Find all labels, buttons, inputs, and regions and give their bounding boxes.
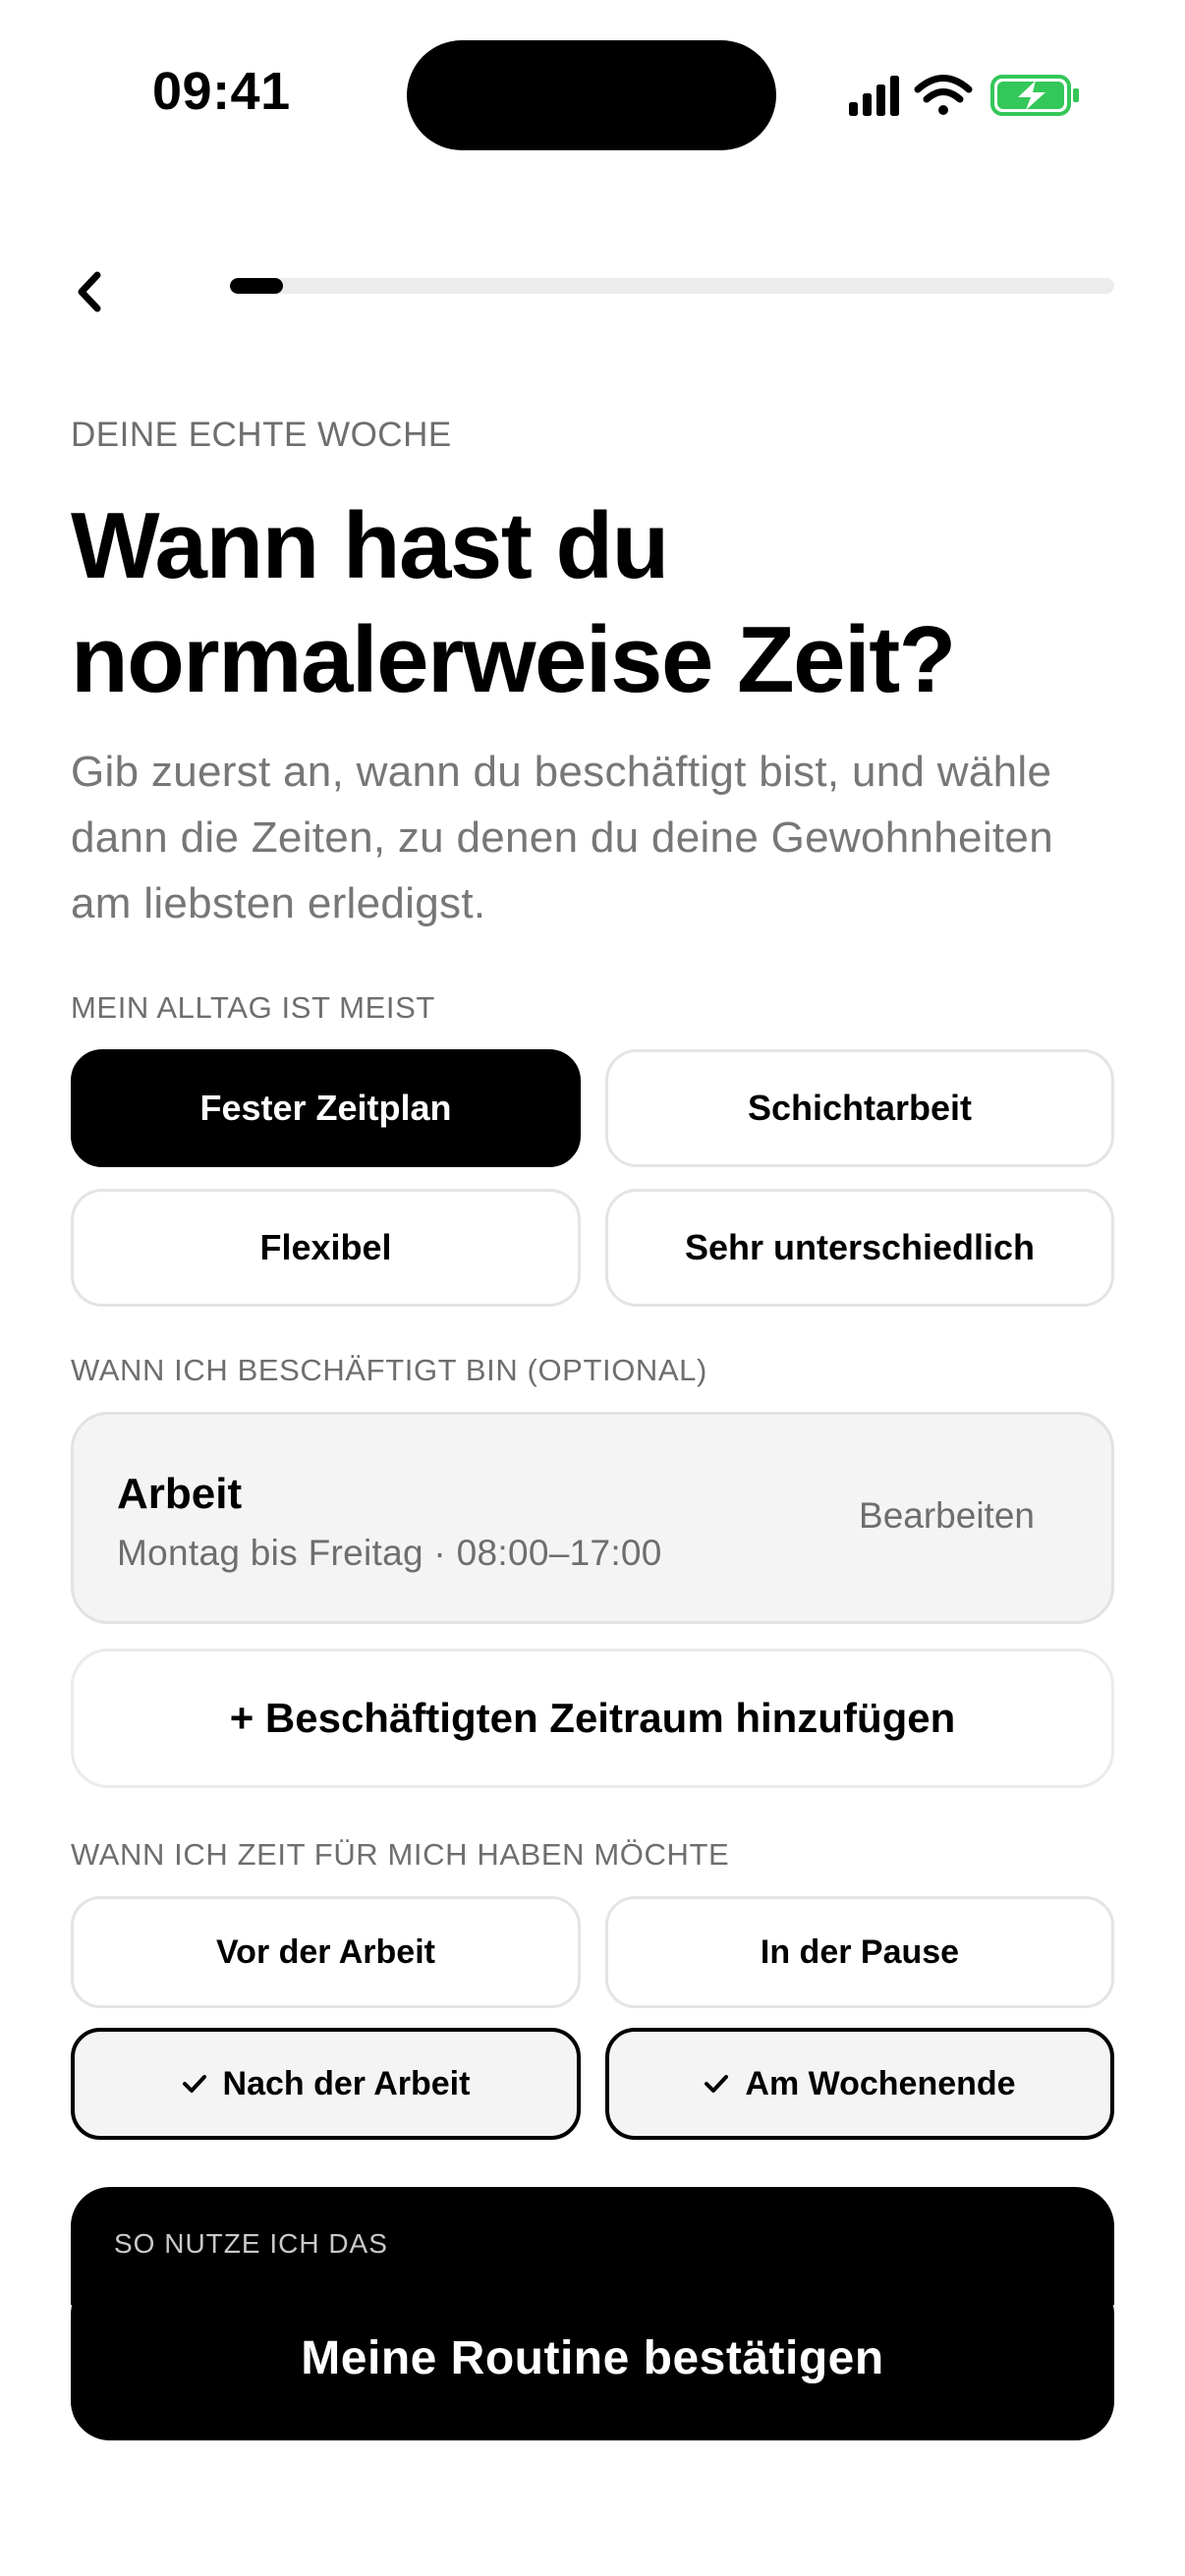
option-vor-der-arbeit[interactable]: Vor der Arbeit [71, 1896, 581, 2008]
option-schichtarbeit[interactable]: Schichtarbeit [605, 1049, 1114, 1167]
battery-charging-icon [990, 75, 1079, 116]
progress-fill [230, 278, 283, 294]
chevron-left-icon [78, 271, 101, 312]
wifi-icon [914, 75, 973, 115]
option-nach-der-arbeit[interactable]: Nach der Arbeit [71, 2028, 581, 2140]
dynamic-island [407, 40, 776, 150]
option-label: Fester Zeitplan [199, 1088, 452, 1128]
page-subtitle: Gib zuerst an, wann du beschäftigt bist,… [71, 748, 1053, 927]
busy-item-title: Arbeit [117, 1470, 243, 1518]
me-time-section-label: WANN ICH ZEIT FÜR MICH HABEN MÖCHTE [71, 1837, 730, 1872]
option-label: In der Pause [760, 1932, 960, 1971]
progress-bar [230, 278, 1114, 294]
screen: 09:41 DEINE ECHTE WOCHE Wann hast du nor… [0, 0, 1185, 2576]
status-icons [849, 75, 1079, 116]
usage-card-label: SO NUTZE ICH DAS [114, 2228, 388, 2259]
add-busy-range-button[interactable]: + Beschäftigten Zeitraum hinzufügen [71, 1649, 1114, 1788]
option-label: Vor der Arbeit [216, 1932, 435, 1971]
option-am-wochenende[interactable]: Am Wochenende [605, 2028, 1114, 2140]
option-fester-zeitplan[interactable]: Fester Zeitplan [71, 1049, 581, 1167]
eyebrow: DEINE ECHTE WOCHE [71, 416, 452, 454]
checkmark-icon [704, 2073, 729, 2095]
option-label: Sehr unterschiedlich [684, 1227, 1036, 1267]
busy-section-label: WANN ICH BESCHÄFTIGT BIN (OPTIONAL) [71, 1353, 707, 1387]
back-button[interactable] [59, 257, 118, 326]
signal-icon [849, 76, 899, 116]
checkmark-icon [182, 2073, 207, 2095]
page-title: Wann hast du normalerweise Zeit? [71, 493, 956, 712]
schedule-type-label: MEIN ALLTAG IST MEIST [71, 990, 435, 1025]
busy-item-schedule: Montag bis Freitag · 08:00–17:00 [117, 1533, 662, 1573]
option-label: Flexibel [259, 1227, 392, 1267]
option-label: Schichtarbeit [747, 1088, 973, 1128]
option-label: Am Wochenende [745, 2064, 1016, 2102]
option-in-der-pause[interactable]: In der Pause [605, 1896, 1114, 2008]
status-time: 09:41 [152, 62, 291, 121]
option-sehr-unterschiedlich[interactable]: Sehr unterschiedlich [605, 1189, 1114, 1307]
busy-item-card[interactable]: Arbeit Montag bis Freitag · 08:00–17:00 … [71, 1412, 1114, 1624]
confirm-routine-button[interactable]: Meine Routine bestätigen [71, 2275, 1114, 2440]
option-flexibel[interactable]: Flexibel [71, 1189, 581, 1307]
edit-button[interactable]: Bearbeiten [859, 1495, 1035, 1537]
option-label: Nach der Arbeit [222, 2064, 471, 2102]
